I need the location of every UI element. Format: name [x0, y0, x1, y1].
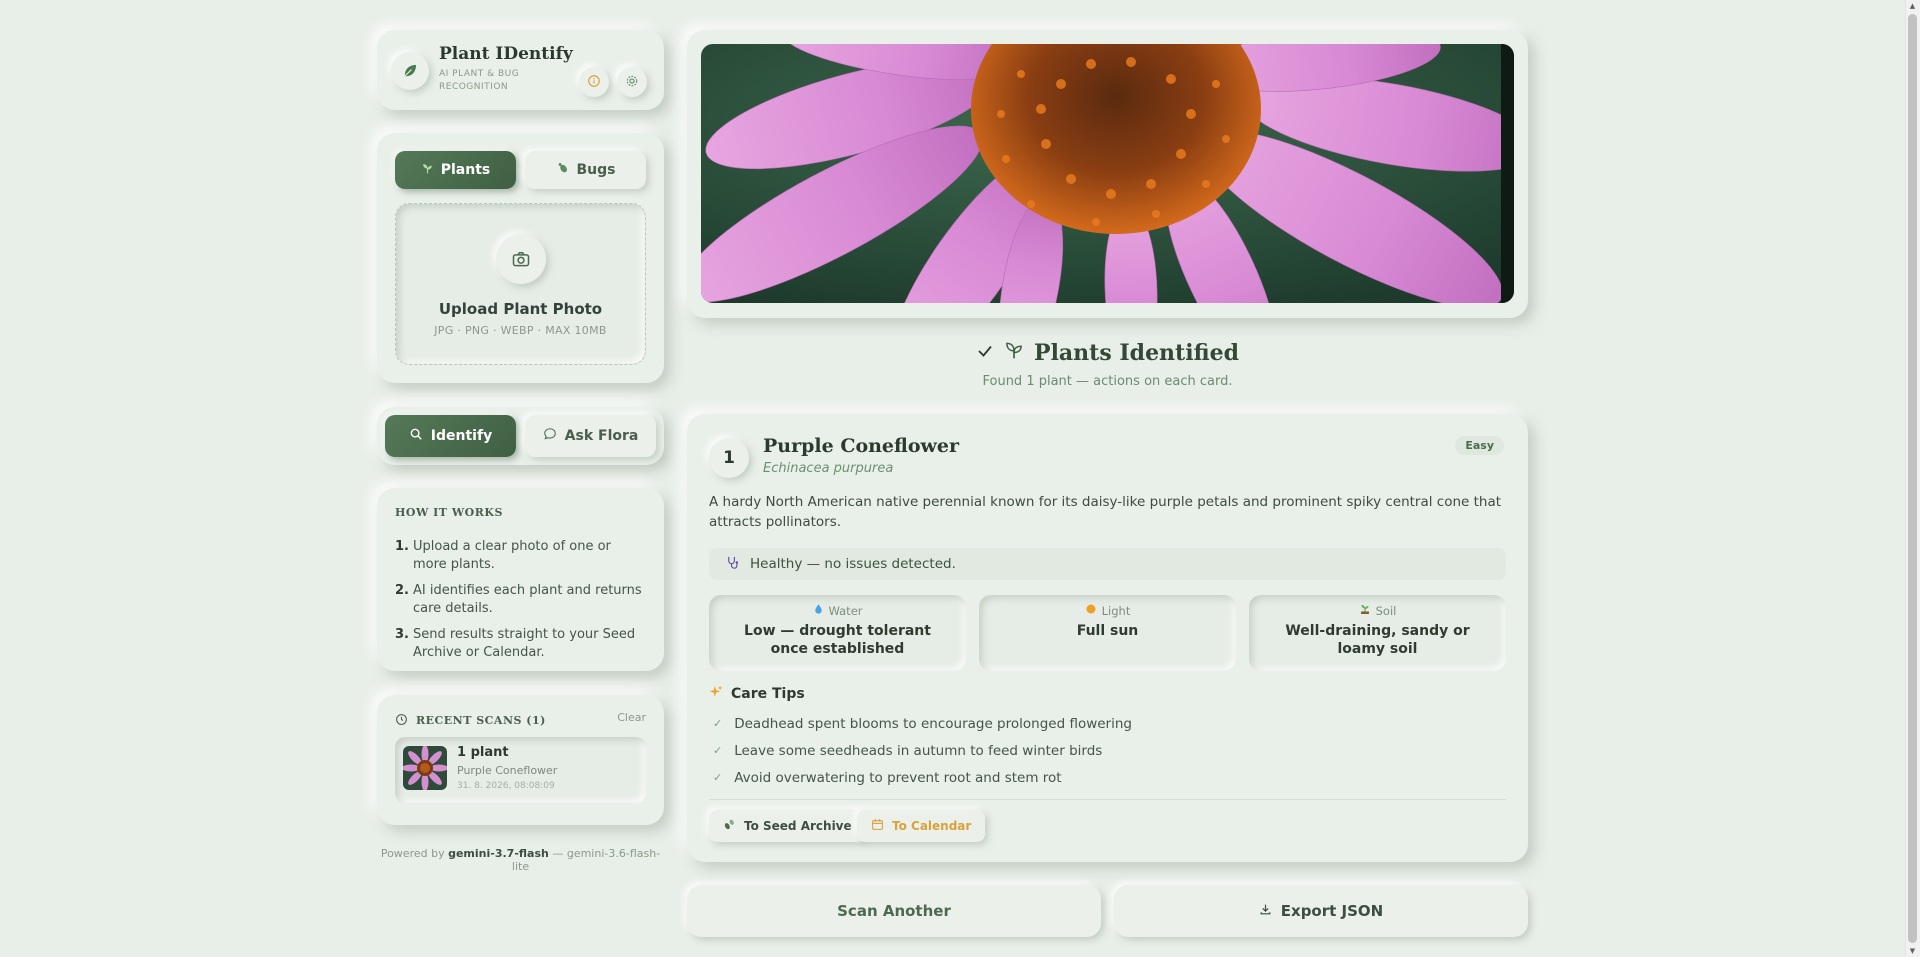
results-title-text: Plants Identified	[1034, 340, 1239, 366]
tab-plants-label: Plants	[440, 162, 491, 178]
identify-button[interactable]: Identify	[385, 415, 516, 457]
upload-dropzone[interactable]: Upload Plant Photo JPG · PNG · WEBP · MA…	[395, 203, 646, 365]
checkmark-icon	[976, 340, 994, 366]
scroll-up-arrow-icon[interactable]: ▲	[1908, 2, 1917, 10]
to-seed-archive-button[interactable]: To Seed Archive	[709, 810, 866, 842]
clock-icon	[395, 711, 408, 730]
water-stat: Water Low — drought tolerant once establ…	[709, 595, 966, 671]
how-it-works-heading: HOW IT WORKS	[395, 506, 503, 519]
tab-bugs[interactable]: Bugs	[525, 151, 646, 189]
sparkle-icon	[709, 685, 723, 703]
check-icon: ✓	[713, 771, 723, 784]
plant-scientific-name: Echinacea purpurea	[763, 461, 894, 476]
care-tips-list: ✓ Deadhead spent blooms to encourage pro…	[713, 710, 1132, 791]
scan-thumbnail	[403, 746, 447, 790]
bug-icon	[556, 161, 570, 179]
care-tip-item: ✓ Leave some seedheads in autumn to feed…	[713, 742, 1103, 759]
upload-formats: JPG · PNG · WEBP · MAX 10MB	[434, 324, 607, 337]
tab-bugs-label: Bugs	[576, 162, 616, 178]
ask-flora-button[interactable]: Ask Flora	[525, 415, 656, 457]
results-subtitle: Found 1 plant — actions on each card.	[982, 374, 1233, 389]
uploaded-image-panel	[687, 30, 1528, 318]
recent-scan-item[interactable]: 1 plant Purple Coneflower 31. 8. 2026, 0…	[395, 737, 646, 803]
recent-scans-header: RECENT SCANS (1)	[395, 711, 546, 730]
scan-title: 1 plant	[457, 745, 509, 760]
check-icon: ✓	[713, 717, 723, 730]
upload-title: Upload Plant Photo	[438, 300, 603, 318]
model-name: gemini-3.7-flash	[448, 847, 549, 860]
ask-flora-label: Ask Flora	[564, 428, 639, 444]
light-stat: Light Full sun	[979, 595, 1236, 671]
health-status: Healthy — no issues detected.	[709, 548, 1506, 580]
water-value: Low — drought tolerant once established	[744, 623, 931, 657]
plant-result-card: 1 Purple Coneflower Echinacea purpurea E…	[687, 414, 1528, 862]
step-item: 1. Upload a clear photo of one or more p…	[395, 539, 611, 572]
tab-plants[interactable]: Plants	[395, 151, 516, 189]
to-calendar-button[interactable]: To Calendar	[857, 810, 986, 842]
care-tips-heading: Care Tips	[709, 685, 805, 703]
how-it-works-panel: HOW IT WORKS 1. Upload a clear photo of …	[377, 488, 664, 671]
gear-icon	[625, 73, 639, 92]
clear-history-link[interactable]: Clear	[617, 711, 646, 724]
scan-timestamp: 31. 8. 2026, 08:08:09	[457, 781, 555, 791]
result-index-badge: 1	[709, 438, 749, 478]
search-icon	[409, 427, 423, 445]
soil-label: Soil	[1375, 603, 1397, 618]
uploaded-plant-photo	[701, 44, 1514, 303]
action-panel: Identify Ask Flora	[377, 407, 664, 465]
step-item: 3. Send results straight to your Seed Ar…	[395, 627, 636, 660]
water-drop-icon	[813, 603, 824, 618]
step-item: 2. AI identifies each plant and returns …	[395, 583, 642, 616]
light-label: Light	[1101, 603, 1131, 618]
seedling-icon	[1359, 603, 1371, 618]
recent-scans-heading: RECENT SCANS (1)	[416, 714, 546, 727]
divider	[709, 799, 1506, 800]
care-tip-item: ✓ Avoid overwatering to prevent root and…	[713, 769, 1062, 786]
camera-icon	[496, 234, 546, 284]
plant-sprout-icon	[1004, 340, 1024, 366]
export-json-button[interactable]: Export JSON	[1114, 885, 1528, 937]
download-icon	[1259, 902, 1272, 920]
identify-label: Identify	[430, 428, 493, 444]
seeds-icon	[723, 818, 736, 834]
plant-common-name: Purple Coneflower	[763, 435, 959, 457]
chat-bubble-icon	[543, 427, 557, 445]
info-button[interactable]	[579, 67, 609, 97]
sprout-icon	[421, 162, 434, 179]
scrollbar-thumb[interactable]	[1908, 14, 1917, 943]
how-it-works-steps: 1. Upload a clear photo of one or more p…	[395, 538, 646, 670]
sun-icon	[1085, 603, 1097, 618]
app-header: Plant IDentify AI PLANT & BUG RECOGNITIO…	[377, 30, 664, 110]
scroll-down-arrow-icon[interactable]: ▼	[1908, 947, 1917, 955]
water-label: Water	[828, 603, 863, 618]
app-subtitle: AI PLANT & BUG RECOGNITION	[439, 69, 520, 92]
difficulty-badge: Easy	[1455, 436, 1504, 455]
stethoscope-icon	[725, 555, 740, 574]
check-icon: ✓	[713, 744, 723, 757]
settings-button[interactable]	[617, 67, 647, 97]
app-title: Plant IDentify	[439, 44, 573, 64]
results-title: Plants Identified	[687, 340, 1528, 366]
plant-description: A hardy North American native perennial …	[709, 494, 1502, 530]
upload-panel: Plants Bugs Upload Plant Photo JPG · PNG…	[377, 133, 664, 383]
recent-scans-panel: RECENT SCANS (1) Clear 1 plant Purple Co…	[377, 695, 664, 825]
health-text: Healthy — no issues detected.	[750, 556, 956, 572]
leaf-logo-icon	[391, 52, 429, 90]
scan-another-button[interactable]: Scan Another	[687, 885, 1101, 937]
care-tip-item: ✓ Deadhead spent blooms to encourage pro…	[713, 715, 1132, 732]
info-icon	[587, 73, 601, 92]
soil-stat: Soil Well-draining, sandy or loamy soil	[1249, 595, 1506, 671]
scan-plant-name: Purple Coneflower	[457, 764, 558, 777]
vertical-scrollbar[interactable]: ▲ ▼	[1905, 0, 1920, 957]
soil-value: Well-draining, sandy or loamy soil	[1285, 623, 1470, 657]
powered-by-footer: Powered by gemini-3.7-flash — gemini-3.6…	[380, 847, 661, 873]
calendar-icon	[871, 818, 884, 834]
light-value: Full sun	[1076, 623, 1139, 639]
